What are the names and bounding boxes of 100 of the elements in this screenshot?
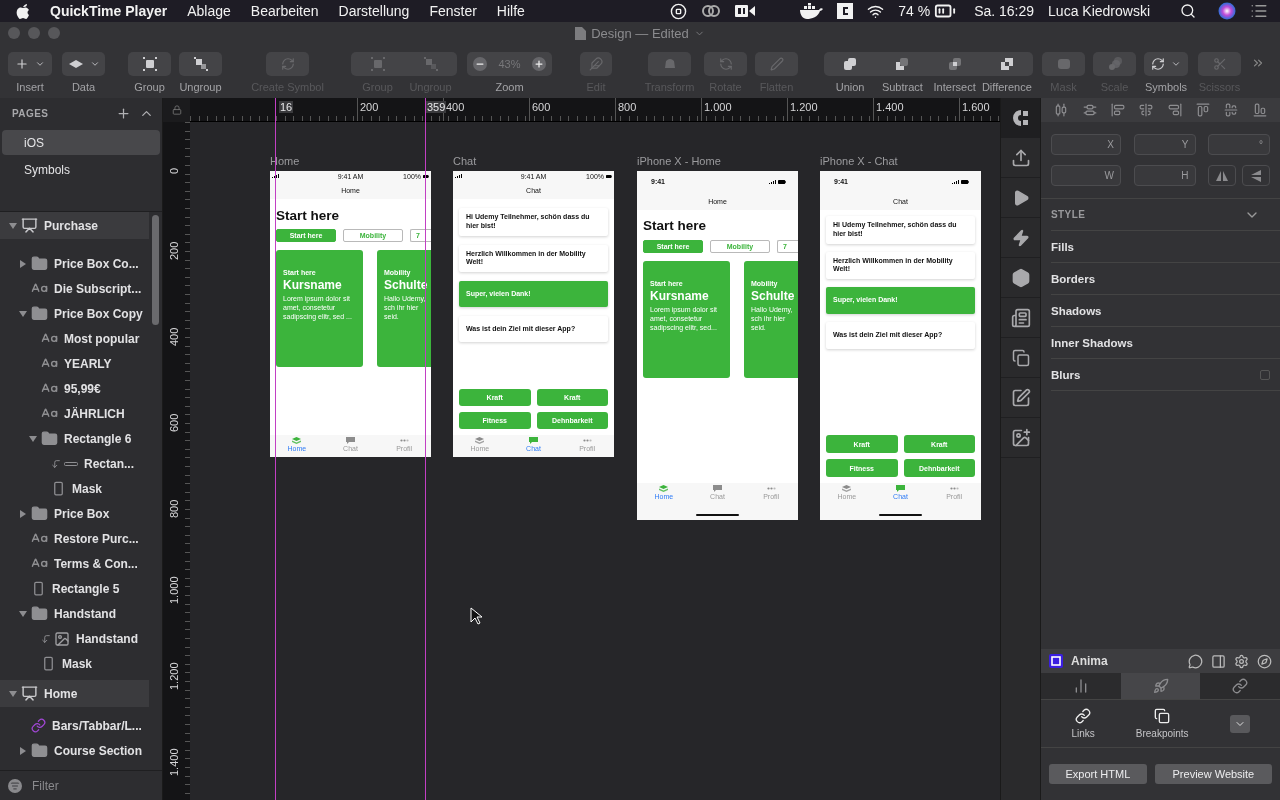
toolbar-button[interactable] xyxy=(128,52,171,76)
settings-icon[interactable] xyxy=(1234,653,1249,669)
layer-name[interactable]: Die Subscript... xyxy=(54,281,142,296)
menu-item[interactable]: Fenster xyxy=(429,3,477,19)
search-icon[interactable] xyxy=(1180,3,1196,19)
filter-icon[interactable] xyxy=(8,778,22,793)
number-field[interactable]: X xyxy=(1051,134,1121,155)
layer-name[interactable]: YEARLY xyxy=(64,356,112,371)
user-name[interactable]: Luca Kiedrowski xyxy=(1048,3,1150,19)
distribute-horizontal-icon[interactable] xyxy=(1054,103,1069,117)
launch-tab[interactable] xyxy=(1120,673,1201,699)
flip-horizontal-button[interactable] xyxy=(1208,165,1236,186)
toolbar-button[interactable] xyxy=(179,52,222,76)
artboard-title[interactable]: iPhone X - Chat xyxy=(820,155,981,167)
layer-name[interactable]: Terms & Con... xyxy=(54,556,138,571)
links-button[interactable]: Links xyxy=(1071,708,1095,739)
artboard-title[interactable]: iPhone X - Home xyxy=(637,155,798,167)
connect-tab[interactable] xyxy=(1200,673,1280,699)
comment-icon[interactable] xyxy=(1188,653,1203,669)
layer-name[interactable]: Course Section xyxy=(54,743,143,758)
zoom-out-button[interactable] xyxy=(473,57,487,71)
layer-name[interactable]: Price Box xyxy=(54,506,110,521)
toolbar-button[interactable] xyxy=(62,52,105,76)
align-middle-icon[interactable] xyxy=(1224,103,1239,117)
add-page-button[interactable] xyxy=(116,105,131,121)
align-top-icon[interactable] xyxy=(1196,103,1211,117)
disclosure-triangle-icon[interactable] xyxy=(19,509,27,518)
menu-item[interactable]: Ablage xyxy=(187,3,231,19)
menu-item[interactable]: Hilfe xyxy=(496,3,525,19)
lock-icon[interactable] xyxy=(171,105,182,115)
preview-button[interactable]: Preview Website xyxy=(1154,764,1272,784)
flip-vertical-button[interactable] xyxy=(1242,165,1270,186)
whale-icon[interactable] xyxy=(799,3,824,19)
layer-name[interactable]: Mask xyxy=(62,656,93,671)
battery-icon xyxy=(961,179,969,184)
disclosure-triangle-icon[interactable] xyxy=(9,689,17,698)
layer-name[interactable]: Restore Purc... xyxy=(54,531,139,546)
number-field[interactable]: Y xyxy=(1133,134,1196,155)
logo-icon[interactable] xyxy=(837,3,854,19)
layer-name[interactable]: Most popular xyxy=(64,331,140,346)
number-field[interactable]: ° xyxy=(1208,134,1270,155)
stop-recording-icon[interactable] xyxy=(670,2,688,20)
toolbar-button[interactable] xyxy=(8,52,52,76)
layer-name[interactable]: Rectan... xyxy=(84,456,134,471)
export-button[interactable]: Export HTML xyxy=(1049,764,1147,784)
style-section[interactable]: Inner Shadows xyxy=(1051,336,1270,349)
menu-item[interactable]: Darstellung xyxy=(338,3,410,19)
disclosure-triangle-icon[interactable] xyxy=(9,221,17,230)
disclosure-triangle-icon[interactable] xyxy=(19,609,27,618)
zoom-in-button[interactable] xyxy=(532,57,546,71)
style-section[interactable]: Blurs xyxy=(1051,368,1260,381)
checkbox[interactable] xyxy=(1260,369,1270,380)
loops-icon[interactable] xyxy=(701,4,722,18)
align-left-icon[interactable] xyxy=(1110,103,1125,117)
app-menu[interactable]: QuickTime Player xyxy=(50,3,168,19)
layer-name[interactable]: Price Box Copy xyxy=(54,306,143,321)
align-right-icon[interactable] xyxy=(1167,103,1182,117)
disclosure-triangle-icon[interactable] xyxy=(19,746,27,755)
compass-icon[interactable] xyxy=(1257,653,1272,669)
difference-icon xyxy=(998,56,1015,72)
layer-name[interactable]: 95,99€ xyxy=(64,381,101,396)
number-field[interactable]: W xyxy=(1051,165,1121,186)
number-field[interactable]: H xyxy=(1133,165,1196,186)
disclosure-triangle-icon[interactable] xyxy=(19,259,27,268)
artboard-title[interactable]: Chat xyxy=(453,155,614,167)
layer-name[interactable]: Handstand xyxy=(76,631,138,646)
layer-name[interactable]: Price Box Co... xyxy=(54,256,139,271)
more-icon[interactable] xyxy=(1251,56,1265,70)
breakpoints-button[interactable]: Breakpoints xyxy=(1135,708,1189,739)
intersect-icon xyxy=(946,56,963,72)
align-center-icon[interactable] xyxy=(1139,103,1154,117)
layer-name[interactable]: Home xyxy=(44,686,78,701)
disclosure-triangle-icon[interactable] xyxy=(29,434,37,443)
page-item[interactable]: iOS xyxy=(2,130,160,155)
layer-name[interactable]: JÄHRLICH xyxy=(64,406,125,421)
pages-title: PAGES xyxy=(12,107,50,119)
layer-name[interactable]: Bars/Tabbar/L... xyxy=(52,718,142,733)
distribute-vertical-icon[interactable] xyxy=(1082,103,1097,117)
camera-icon[interactable] xyxy=(735,4,756,18)
layer-name[interactable]: Handstand xyxy=(54,606,116,621)
scrollbar[interactable] xyxy=(152,215,159,325)
page-item[interactable]: Symbols xyxy=(2,157,160,182)
anima-button[interactable] xyxy=(1001,98,1040,138)
dropdown-button[interactable] xyxy=(1229,714,1250,733)
disclosure-triangle-icon[interactable] xyxy=(19,309,27,318)
layer-name[interactable]: Rectangle 6 xyxy=(64,431,132,446)
style-section[interactable]: Shadows xyxy=(1051,304,1270,317)
panel-icon[interactable] xyxy=(1211,653,1226,669)
apple-icon[interactable] xyxy=(16,3,30,19)
align-bottom-icon[interactable] xyxy=(1252,103,1267,117)
notification-center-icon[interactable] xyxy=(1250,2,1268,20)
menu-item[interactable]: Bearbeiten xyxy=(250,3,319,19)
style-section[interactable]: Borders xyxy=(1051,272,1270,285)
layer-name[interactable]: Rectangle 5 xyxy=(52,581,120,596)
menu-clock[interactable]: Sa. 16:29 xyxy=(974,3,1035,19)
siri-icon[interactable] xyxy=(1218,2,1236,20)
filter-field[interactable]: Filter xyxy=(30,777,130,794)
layer-name[interactable]: Mask xyxy=(72,481,103,496)
toolbar-button[interactable] xyxy=(1144,52,1188,76)
style-section[interactable]: Fills xyxy=(1051,240,1270,253)
